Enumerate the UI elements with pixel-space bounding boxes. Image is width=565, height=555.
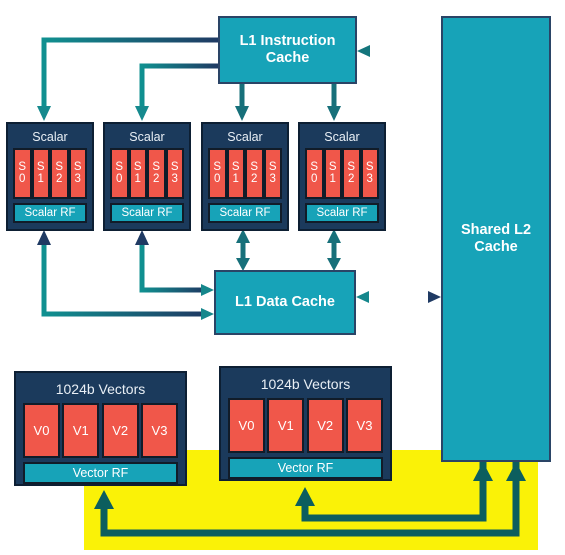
scalar-unit-s3[interactable]: S 3 <box>360 148 379 199</box>
arrow-l1i-to-scalar3 <box>327 84 341 121</box>
scalar-unit-s0-bottom: 0 <box>116 172 123 185</box>
arrow-l1i-to-scalar1 <box>135 63 218 121</box>
scalar-unit-s2-bottom: 2 <box>153 172 160 185</box>
scalar-unit-s0[interactable]: S 0 <box>305 148 324 199</box>
scalar-unit-s2[interactable]: S 2 <box>245 148 264 199</box>
arrow-l1i-to-scalar0 <box>37 37 218 121</box>
scalar-unit-s1[interactable]: S 1 <box>323 148 342 199</box>
scalar-unit-s1[interactable]: S 1 <box>128 148 147 199</box>
l1i-label-line2: Cache <box>265 50 310 66</box>
scalar-unit-s2[interactable]: S 2 <box>147 148 166 199</box>
scalar-unit-s1-bottom: 1 <box>329 172 336 185</box>
architecture-diagram: L1 Instruction Cache L1 Data Cache Share… <box>0 0 565 555</box>
scalar-core-3-unit-row: S 0 S 1 S 2 S 3 <box>305 148 379 199</box>
scalar-core-0[interactable]: Scalar S 0 S 1 S 2 S 3 Scalar RF <box>6 122 94 231</box>
scalar-rf-3[interactable]: Scalar RF <box>305 203 379 223</box>
scalar-unit-s3[interactable]: S 3 <box>263 148 282 199</box>
vector-core-1-unit-row: V0 V1 V2 V3 <box>228 398 383 453</box>
scalar-rf-1[interactable]: Scalar RF <box>110 203 184 223</box>
scalar-unit-s1[interactable]: S 1 <box>226 148 245 199</box>
scalar-unit-s1-top: S <box>36 161 45 173</box>
l2-label-line2: Cache <box>474 239 518 255</box>
scalar-rf-2[interactable]: Scalar RF <box>208 203 282 223</box>
scalar-unit-s1[interactable]: S 1 <box>31 148 50 199</box>
arrow-scalar1-l1d <box>135 230 214 296</box>
vector-unit-v1[interactable]: V1 <box>267 398 305 453</box>
scalar-core-3[interactable]: Scalar S 0 S 1 S 2 S 3 Scalar RF <box>298 122 386 231</box>
scalar-unit-s3-top: S <box>170 161 179 173</box>
scalar-unit-s2[interactable]: S 2 <box>342 148 361 199</box>
scalar-unit-s2-top: S <box>152 161 161 173</box>
vector-core-0-title: 1024b Vectors <box>55 381 146 397</box>
vector-unit-v0[interactable]: V0 <box>23 403 60 458</box>
scalar-unit-s1-bottom: 1 <box>134 172 141 185</box>
scalar-unit-s0-bottom: 0 <box>214 172 221 185</box>
vector-unit-v2[interactable]: V2 <box>306 398 344 453</box>
vector-unit-v2[interactable]: V2 <box>101 403 139 458</box>
vector-core-1-title: 1024b Vectors <box>260 376 351 392</box>
arrow-l1i-to-scalar2 <box>235 84 249 121</box>
scalar-unit-s3-bottom: 3 <box>171 172 178 185</box>
scalar-core-2-unit-row: S 0 S 1 S 2 S 3 <box>208 148 282 199</box>
scalar-unit-s0[interactable]: S 0 <box>208 148 227 199</box>
scalar-unit-s1-top: S <box>231 161 240 173</box>
vector-core-1[interactable]: 1024b Vectors V0 V1 V2 V3 Vector RF <box>219 366 392 481</box>
scalar-unit-s0-bottom: 0 <box>19 172 26 185</box>
vector-unit-v1[interactable]: V1 <box>62 403 100 458</box>
scalar-core-3-title: Scalar <box>324 130 360 144</box>
scalar-unit-s0-bottom: 0 <box>311 172 318 185</box>
scalar-unit-s2-bottom: 2 <box>251 172 258 185</box>
scalar-unit-s1-bottom: 1 <box>232 172 239 185</box>
arrow-l2-to-l1i <box>357 45 441 57</box>
scalar-core-0-unit-row: S 0 S 1 S 2 S 3 <box>13 148 87 199</box>
scalar-unit-s0-top: S <box>115 161 124 173</box>
vector-unit-v0[interactable]: V0 <box>228 398 265 453</box>
vector-rf-0[interactable]: Vector RF <box>23 462 178 484</box>
scalar-unit-s0[interactable]: S 0 <box>13 148 32 199</box>
scalar-unit-s2-top: S <box>250 161 259 173</box>
scalar-unit-s3-top: S <box>365 161 374 173</box>
scalar-unit-s3-bottom: 3 <box>74 172 81 185</box>
vector-core-0[interactable]: 1024b Vectors V0 V1 V2 V3 Vector RF <box>14 371 187 486</box>
l1-data-cache-block[interactable]: L1 Data Cache <box>214 270 356 335</box>
arrow-l1d-l2 <box>356 291 441 303</box>
l1d-label: L1 Data Cache <box>235 293 335 310</box>
shared-l2-cache-block[interactable]: Shared L2 Cache <box>441 16 551 462</box>
scalar-unit-s2-top: S <box>55 161 64 173</box>
scalar-unit-s0-top: S <box>310 161 319 173</box>
vector-core-0-unit-row: V0 V1 V2 V3 <box>23 403 178 458</box>
scalar-unit-s3[interactable]: S 3 <box>165 148 184 199</box>
scalar-core-1-title: Scalar <box>129 130 165 144</box>
vector-unit-v3[interactable]: V3 <box>140 403 178 458</box>
vector-unit-v3[interactable]: V3 <box>345 398 383 453</box>
scalar-core-1-unit-row: S 0 S 1 S 2 S 3 <box>110 148 184 199</box>
scalar-unit-s2-bottom: 2 <box>348 172 355 185</box>
arrow-scalar3-l1d <box>327 229 341 271</box>
arrow-scalar2-l1d <box>236 229 250 271</box>
scalar-unit-s1-top: S <box>133 161 142 173</box>
scalar-unit-s3-bottom: 3 <box>366 172 373 185</box>
scalar-unit-s2-top: S <box>347 161 356 173</box>
scalar-unit-s3[interactable]: S 3 <box>68 148 87 199</box>
scalar-unit-s1-top: S <box>328 161 337 173</box>
scalar-unit-s3-top: S <box>73 161 82 173</box>
arrow-scalar0-l1d <box>37 230 214 320</box>
scalar-unit-s3-top: S <box>268 161 277 173</box>
l1i-label-line1: L1 Instruction <box>239 32 336 49</box>
scalar-core-0-title: Scalar <box>32 130 68 144</box>
scalar-unit-s0[interactable]: S 0 <box>110 148 129 199</box>
vector-rf-1[interactable]: Vector RF <box>228 457 383 479</box>
scalar-unit-s2-bottom: 2 <box>56 172 63 185</box>
l2-label-line1: Shared L2 <box>460 221 532 238</box>
scalar-core-2[interactable]: Scalar S 0 S 1 S 2 S 3 Scalar RF <box>201 122 289 231</box>
scalar-unit-s2[interactable]: S 2 <box>50 148 69 199</box>
l1-instruction-cache-block[interactable]: L1 Instruction Cache <box>218 16 357 84</box>
scalar-core-1[interactable]: Scalar S 0 S 1 S 2 S 3 Scalar RF <box>103 122 191 231</box>
scalar-unit-s1-bottom: 1 <box>37 172 44 185</box>
scalar-unit-s0-top: S <box>213 161 222 173</box>
scalar-unit-s3-bottom: 3 <box>269 172 276 185</box>
scalar-core-2-title: Scalar <box>227 130 263 144</box>
scalar-rf-0[interactable]: Scalar RF <box>13 203 87 223</box>
scalar-unit-s0-top: S <box>18 161 27 173</box>
